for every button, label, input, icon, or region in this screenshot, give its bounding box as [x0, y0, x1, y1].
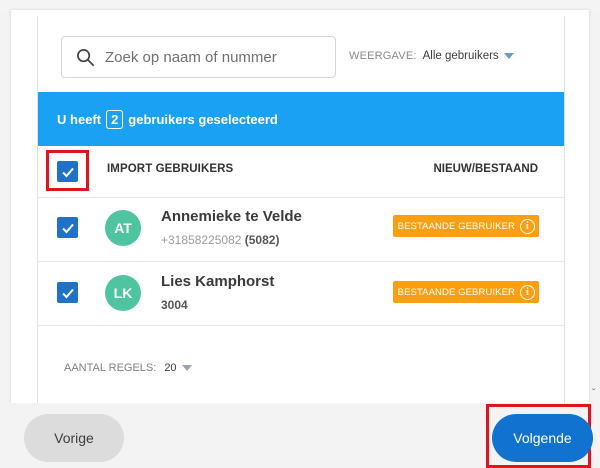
checkmark-icon [61, 288, 74, 298]
chevron-down-icon [181, 365, 192, 371]
view-filter: WEERGAVE: Alle gebruikers [349, 50, 514, 62]
rows-per-page-value: 20 [164, 362, 177, 374]
selection-count: 2 [106, 109, 124, 129]
import-users-label: IMPORT GEBRUIKERS [107, 163, 234, 175]
row-checkbox[interactable] [57, 217, 78, 238]
new-existing-label: NIEUW/BESTAAND [433, 163, 538, 175]
select-all-checkbox[interactable] [57, 161, 78, 182]
avatar: AT [105, 210, 141, 246]
checkmark-icon [61, 167, 74, 177]
status-label: BESTAANDE GEBRUIKER [397, 220, 515, 232]
user-number: 3004 [161, 298, 188, 312]
chevron-down-icon [503, 53, 514, 59]
view-label: WEERGAVE: [349, 50, 417, 62]
banner-prefix: U heeft [57, 111, 102, 127]
row-checkbox[interactable] [57, 282, 78, 303]
info-icon[interactable]: i [520, 218, 535, 234]
phone-number: 3004 [161, 298, 188, 312]
extension: (5082) [244, 233, 280, 247]
banner-suffix: gebruikers geselecteerd [128, 111, 278, 127]
user-name: Lies Kamphorst [161, 273, 275, 290]
selection-banner: U heeft 2 gebruikers geselecteerd [38, 92, 564, 146]
view-dropdown[interactable]: Alle gebruikers [423, 50, 514, 62]
checkmark-icon [61, 223, 74, 233]
phone-number: +31858225082 [161, 233, 242, 247]
table-row: LK Lies Kamphorst 3004 BESTAANDE GEBRUIK… [38, 262, 564, 326]
next-button[interactable]: Volgende [492, 414, 593, 462]
search-field[interactable] [61, 36, 336, 78]
view-selected-value: Alle gebruikers [422, 50, 499, 62]
search-icon [77, 48, 94, 66]
scroll-indicator: ˇ [592, 388, 596, 399]
user-name: Annemieke te Velde [161, 208, 302, 225]
rows-per-page-label: AANTAL REGELS: [64, 362, 157, 374]
status-badge: BESTAANDE GEBRUIKER i [392, 281, 539, 303]
rows-per-page-dropdown[interactable]: 20 [164, 362, 192, 374]
rows-per-page: AANTAL REGELS: 20 [64, 362, 192, 374]
table-row: AT Annemieke te Velde +31858225082 (5082… [38, 198, 564, 262]
info-icon[interactable]: i [520, 284, 535, 300]
previous-button[interactable]: Vorige [24, 414, 124, 462]
search-input[interactable] [105, 48, 325, 66]
user-number: +31858225082 (5082) [161, 233, 279, 247]
status-badge: BESTAANDE GEBRUIKER i [392, 215, 539, 237]
avatar: LK [105, 275, 141, 311]
status-label: BESTAANDE GEBRUIKER [397, 286, 515, 298]
table-header: IMPORT GEBRUIKERS NIEUW/BESTAAND [38, 146, 564, 198]
